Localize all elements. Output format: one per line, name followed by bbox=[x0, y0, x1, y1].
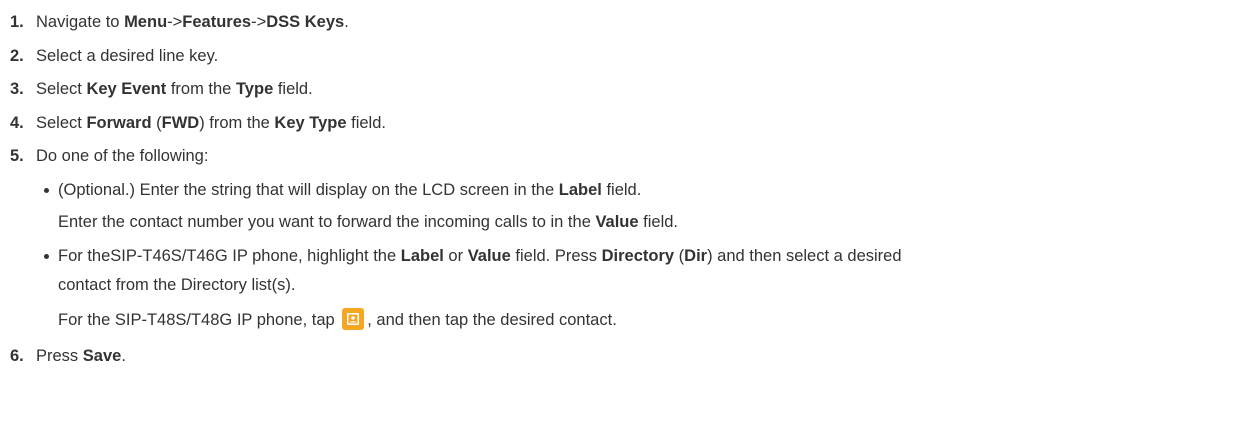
directory-keyword: Directory bbox=[601, 247, 675, 265]
label-keyword: Label bbox=[400, 247, 444, 265]
save-keyword: Save bbox=[82, 347, 122, 365]
step-number: 3. bbox=[10, 80, 24, 98]
contacts-icon[interactable] bbox=[342, 308, 365, 331]
bullet-text: Enter the contact number you want to for… bbox=[58, 213, 679, 231]
step-number: 4. bbox=[10, 114, 24, 132]
step-number: 5. bbox=[10, 147, 24, 165]
instruction-document: 1. Navigate to Menu->Features->DSS Keys.… bbox=[0, 0, 1258, 432]
contacts-icon-glyph bbox=[347, 313, 360, 326]
key-type-keyword: Key Type bbox=[274, 114, 347, 132]
dir-keyword: Dir bbox=[684, 247, 708, 265]
fwd-keyword: FWD bbox=[161, 114, 200, 132]
bullet-text: contact from the Directory list(s). bbox=[58, 276, 296, 294]
bullet-dot bbox=[44, 188, 49, 193]
features-keyword: Features bbox=[182, 13, 252, 31]
bullet-text: For theSIP-T46S/T46G IP phone, highlight… bbox=[58, 247, 902, 265]
bullet-dot bbox=[44, 254, 49, 259]
value-keyword: Value bbox=[467, 247, 511, 265]
step-number: 6. bbox=[10, 347, 24, 365]
step-number: 1. bbox=[10, 13, 24, 31]
step-text: Select a desired line key. bbox=[36, 47, 219, 65]
menu-keyword: Menu bbox=[124, 13, 168, 31]
step-text: Select Key Event from the Type field. bbox=[36, 80, 313, 98]
label-keyword: Label bbox=[558, 181, 602, 199]
bullet-text: (Optional.) Enter the string that will d… bbox=[58, 181, 642, 199]
step-text: Do one of the following: bbox=[36, 147, 209, 165]
type-keyword: Type bbox=[235, 80, 274, 98]
step-text: Select Forward (FWD) from the Key Type f… bbox=[36, 114, 386, 132]
forward-keyword: Forward bbox=[86, 114, 152, 132]
value-keyword: Value bbox=[595, 213, 639, 231]
dss-keys-keyword: DSS Keys bbox=[266, 13, 345, 31]
key-event-keyword: Key Event bbox=[86, 80, 167, 98]
bullet-text: For the SIP-T48S/T48G IP phone, tap , an… bbox=[58, 308, 617, 331]
step-text: Press Save. bbox=[36, 347, 126, 365]
step-text: Navigate to Menu->Features->DSS Keys. bbox=[36, 13, 349, 31]
step-number: 2. bbox=[10, 47, 24, 65]
